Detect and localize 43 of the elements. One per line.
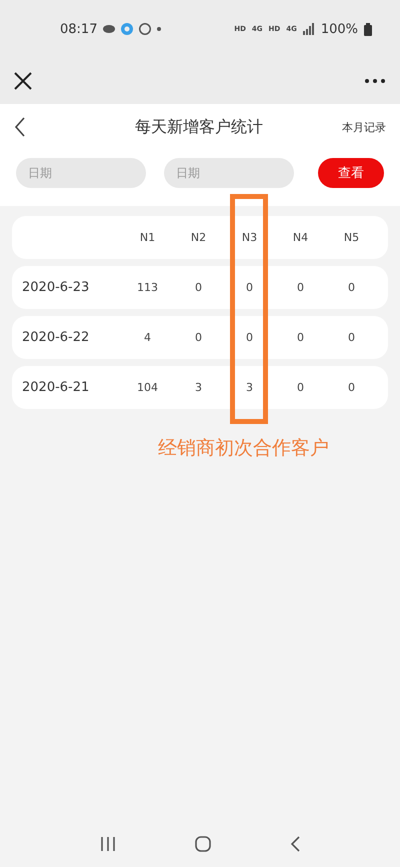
table-cell-text: 3 (194, 381, 203, 394)
close-icon[interactable] (14, 72, 32, 90)
cloud-icon (103, 25, 116, 33)
app-icon (121, 23, 134, 35)
column-header: N2 (190, 231, 208, 244)
table-cell-text: 0 (347, 331, 356, 344)
table-cell-text: 0 (347, 381, 356, 394)
view-button[interactable]: 查看 (318, 158, 384, 188)
battery-percent: 100% (320, 22, 358, 36)
table-cell-text: 4 (143, 331, 152, 344)
recents-icon[interactable] (100, 837, 116, 851)
table-cell-text: 3 (245, 381, 254, 394)
date-cell-text: 2020-6-21 (22, 380, 90, 395)
home-icon[interactable] (194, 836, 211, 852)
column-header: N5 (342, 231, 360, 244)
page-title: 每天新增客户统计 (134, 116, 264, 138)
table-cell-text: 0 (296, 381, 305, 394)
back-nav-icon[interactable] (290, 836, 300, 852)
monthly-records-link[interactable]: 本月记录 (342, 120, 386, 134)
table-cell-text: 113 (136, 281, 159, 294)
table-cell-text: 104 (136, 381, 159, 394)
column-header: N4 (292, 231, 310, 244)
table-cell-text: 0 (194, 331, 203, 344)
table-cell-text: 0 (347, 281, 356, 294)
date-cell-text: 2020-6-22 (22, 330, 90, 345)
table-cell-text: 0 (194, 281, 203, 294)
date-cell-text: 2020-6-23 (22, 280, 90, 295)
ring-icon (139, 23, 152, 35)
battery-icon (364, 22, 372, 36)
dot-icon (157, 27, 162, 31)
table-cell-text: 0 (296, 281, 305, 294)
end-date-field[interactable]: 日期 (164, 158, 294, 188)
more-icon[interactable] (364, 78, 386, 84)
start-date-field[interactable]: 日期 (16, 158, 146, 188)
table-cell-text: 0 (245, 281, 254, 294)
clock: 08:17 (60, 22, 98, 36)
annotation-caption: 经销商初次合作客户 (158, 436, 329, 461)
back-icon[interactable] (14, 117, 26, 137)
table-cell-text: 0 (245, 331, 254, 344)
column-header: N1 (138, 231, 156, 244)
column-header: N3 (240, 231, 258, 244)
signal-icon (302, 23, 315, 35)
table-cell-text: 0 (296, 331, 305, 344)
